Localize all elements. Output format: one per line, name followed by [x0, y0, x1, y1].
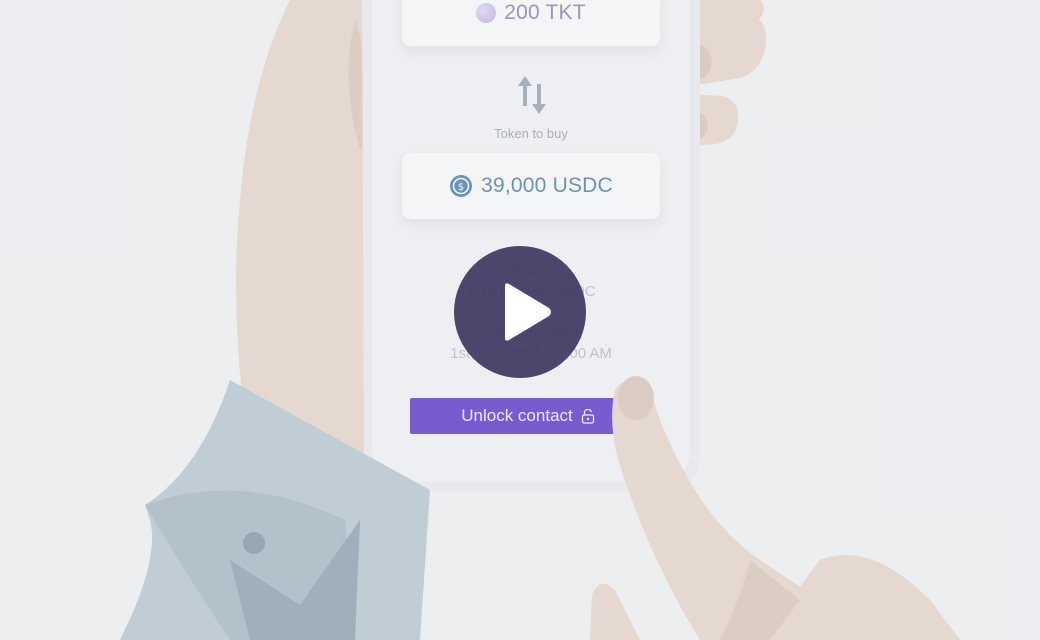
unlock-contact-button[interactable]: Unlock contact	[410, 398, 620, 434]
unlock-contact-label: Unlock contact	[461, 406, 573, 425]
lower-thumb	[590, 583, 640, 640]
swap-arrows-icon[interactable]	[516, 72, 548, 118]
buy-token-card[interactable]: $ 39,000 USDC	[402, 153, 660, 219]
swap-screen: 200 TKT Token to buy $ 39,000 USDC Price…	[372, 0, 690, 480]
sell-amount: 200 TKT	[504, 1, 586, 24]
sell-token-card[interactable]: 200 TKT	[402, 0, 660, 46]
usdc-coin-icon: $	[450, 175, 473, 197]
cuff-button	[243, 532, 265, 554]
play-video-button[interactable]	[454, 246, 586, 378]
buy-amount: 39,000 USDC	[481, 174, 613, 197]
video-thumbnail[interactable]: 200 TKT Token to buy $ 39,000 USDC Price…	[0, 0, 1040, 640]
token-to-buy-label: Token to buy	[494, 126, 568, 141]
token-coin-icon	[476, 3, 497, 23]
right-palm	[760, 555, 960, 640]
unlock-icon	[581, 408, 594, 424]
play-icon	[505, 283, 551, 341]
svg-text:$: $	[458, 182, 464, 193]
